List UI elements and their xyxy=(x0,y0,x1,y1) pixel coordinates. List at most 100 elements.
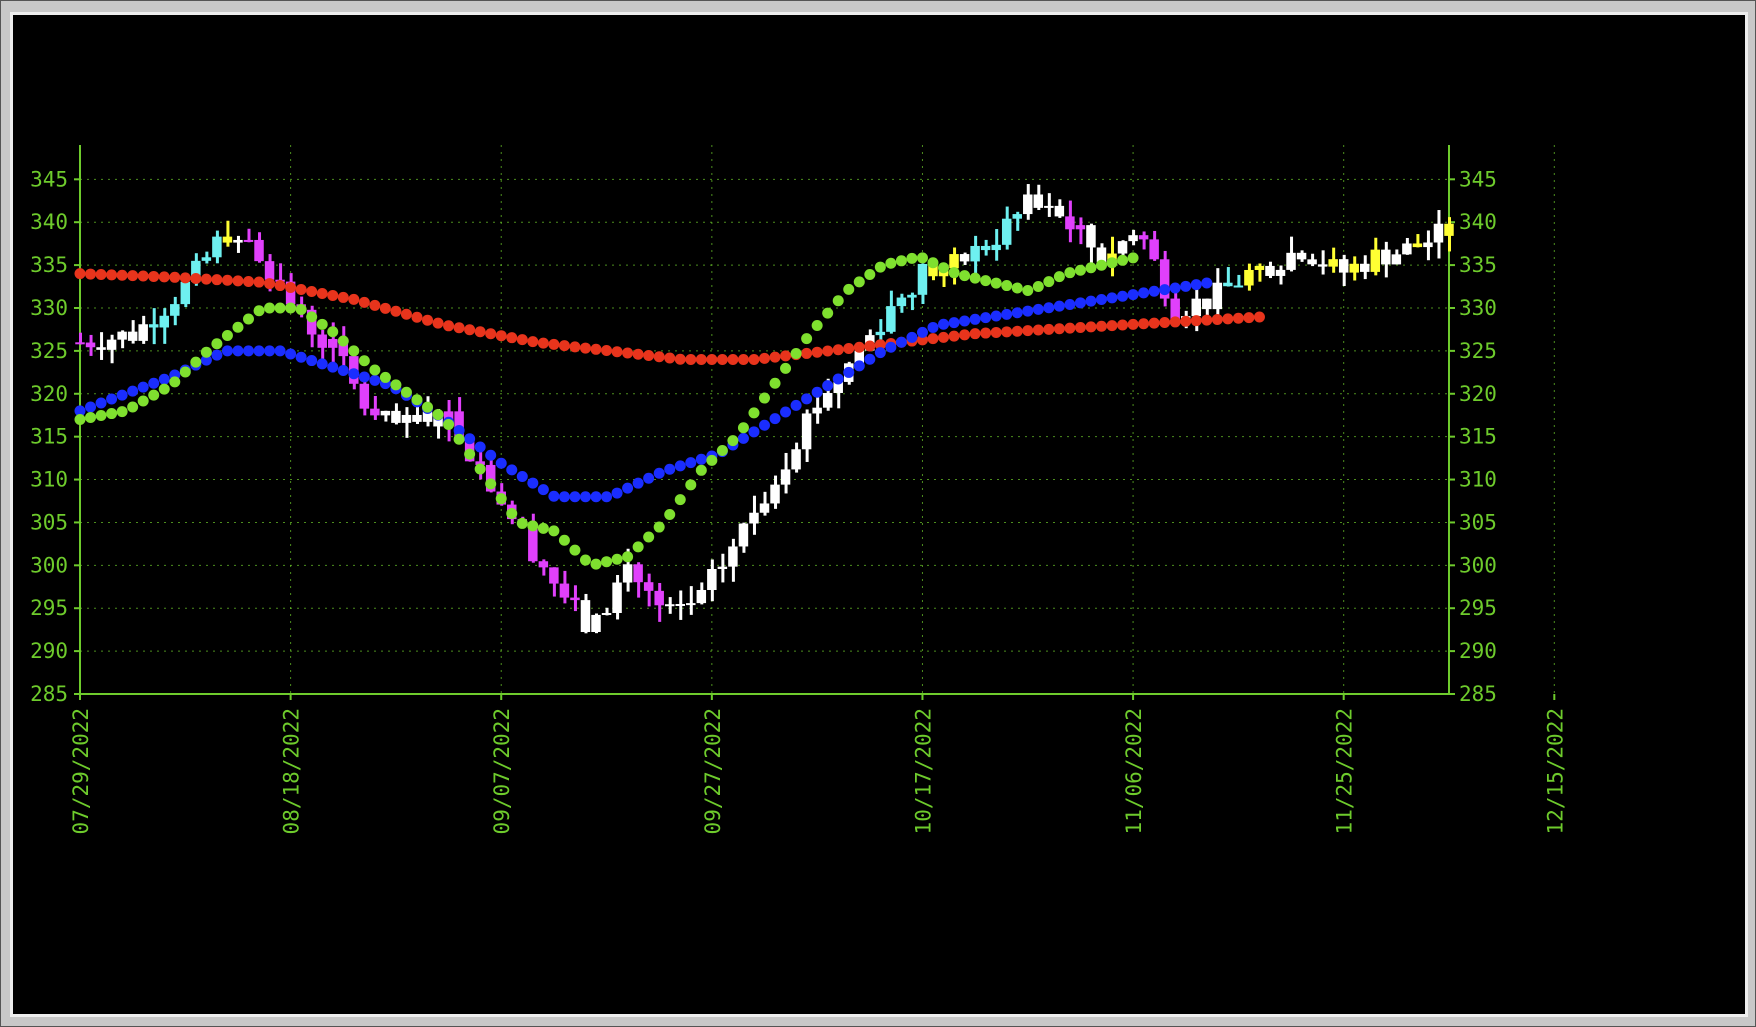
candle-body xyxy=(391,410,401,423)
slow-ma-dot xyxy=(643,349,655,361)
slow-ma-dot xyxy=(106,269,118,281)
candle-wick xyxy=(689,586,693,615)
candle-body xyxy=(75,342,85,345)
fast-ma-dot xyxy=(664,509,676,521)
slow-ma-dot xyxy=(1201,314,1213,326)
y-tick-label-left: 305 xyxy=(30,510,68,534)
mid-ma-dot xyxy=(1001,308,1013,320)
slow-ma-dot xyxy=(716,353,728,365)
slow-ma-dot xyxy=(1180,315,1192,327)
fast-ma-dot xyxy=(548,525,560,537)
slow-ma-dot xyxy=(653,351,665,363)
fast-ma-dot xyxy=(221,329,233,341)
fast-ma-dot xyxy=(843,283,855,295)
slow-ma-dot xyxy=(1222,313,1234,325)
slow-ma-dot xyxy=(622,347,634,359)
candle-body xyxy=(212,236,222,258)
slow-ma-dot xyxy=(422,314,434,326)
y-tick-label-right: 330 xyxy=(1459,296,1497,320)
slow-ma-dot xyxy=(200,273,212,285)
candle-body xyxy=(759,503,770,513)
fast-ma-dot xyxy=(1043,276,1055,288)
candle-body xyxy=(1254,265,1265,270)
candle-body xyxy=(675,603,685,606)
mid-ma-dot xyxy=(95,397,107,409)
candle-body xyxy=(612,582,622,613)
y-tick-label-left: 345 xyxy=(30,167,68,191)
fast-ma-dot xyxy=(169,376,181,388)
slow-ma-dot xyxy=(495,330,507,342)
candle-body xyxy=(1275,269,1286,276)
slow-ma-dot xyxy=(748,353,760,365)
candle-wick xyxy=(236,235,240,253)
candle-body xyxy=(1265,265,1275,276)
fast-ma-dot xyxy=(1032,281,1044,293)
fast-ma-dot xyxy=(137,395,149,407)
candle-body xyxy=(412,414,422,422)
slow-ma-dot xyxy=(579,342,591,354)
slow-ma-dot xyxy=(1001,326,1013,338)
fast-ma-dot xyxy=(895,255,907,267)
fast-ma-dot xyxy=(759,392,770,404)
fast-ma-dot xyxy=(348,345,360,357)
x-tick-label: 12/15/2022 xyxy=(1543,708,1567,834)
slow-ma-dot xyxy=(211,274,223,286)
mid-ma-dot xyxy=(906,331,918,343)
slow-ma-dot xyxy=(1085,321,1097,333)
fast-ma-dot xyxy=(106,408,118,420)
slow-ma-dot xyxy=(506,332,518,344)
candle-body xyxy=(822,392,833,408)
slow-ma-dot xyxy=(1169,316,1181,328)
candle-body xyxy=(180,281,191,305)
candle-body xyxy=(85,342,96,348)
slow-ma-dot xyxy=(611,346,623,358)
slow-ma-dot xyxy=(169,271,181,283)
candle-body xyxy=(1001,218,1012,245)
y-tick-label-right: 335 xyxy=(1459,253,1497,277)
y-tick-label-left: 320 xyxy=(30,382,68,406)
y-tick-label-right: 305 xyxy=(1459,510,1497,534)
candle-wick xyxy=(1321,250,1325,275)
mid-ma-dot xyxy=(611,487,623,499)
slow-ma-dot xyxy=(116,269,128,281)
mid-ma-dot xyxy=(790,399,802,411)
mid-ma-dot xyxy=(980,312,992,324)
mid-ma-dot xyxy=(1011,307,1023,319)
candle-body xyxy=(1149,239,1159,260)
slow-ma-dot xyxy=(179,272,191,284)
fast-ma-dot xyxy=(242,313,254,325)
slow-ma-dot xyxy=(811,346,823,358)
slow-ma-dot xyxy=(1211,313,1223,325)
mid-ma-dot xyxy=(990,310,1002,322)
fast-ma-dot xyxy=(727,435,739,447)
slow-ma-dot xyxy=(927,333,939,345)
mid-ma-dot xyxy=(927,321,939,333)
candle-body xyxy=(1075,225,1086,230)
fast-ma-dot xyxy=(569,544,581,556)
mid-ma-dot xyxy=(285,348,297,360)
mid-ma-dot xyxy=(853,360,865,372)
candle-body xyxy=(1086,225,1096,248)
candle-body xyxy=(1212,282,1223,310)
fast-ma-dot xyxy=(285,302,297,314)
mid-ma-dot xyxy=(864,353,876,365)
fast-ma-dot xyxy=(116,406,128,418)
fast-ma-dot xyxy=(685,479,697,491)
mid-ma-dot xyxy=(1022,305,1034,317)
fast-ma-dot xyxy=(737,422,749,434)
slow-ma-dot xyxy=(411,311,423,323)
mid-ma-dot xyxy=(348,368,360,380)
slow-ma-dot xyxy=(990,326,1002,338)
slow-ma-dot xyxy=(443,320,455,332)
candle-body xyxy=(1065,216,1075,230)
y-tick-label-left: 330 xyxy=(30,296,68,320)
mid-ma-dot xyxy=(874,347,886,359)
candle-body xyxy=(886,306,896,332)
fast-ma-dot xyxy=(327,326,339,338)
candle-body xyxy=(1370,249,1381,272)
candle-body xyxy=(686,603,696,606)
slow-ma-dot xyxy=(327,289,339,301)
fast-ma-dot xyxy=(622,551,634,563)
slow-ma-dot xyxy=(1148,317,1160,329)
fast-ma-dot xyxy=(1106,257,1118,269)
